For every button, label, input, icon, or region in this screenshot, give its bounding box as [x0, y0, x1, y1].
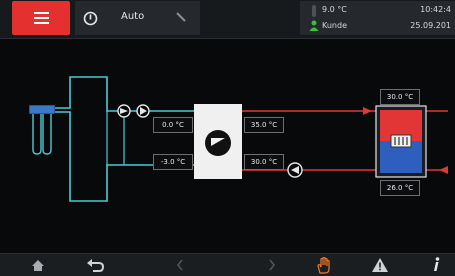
- prev-button[interactable]: [170, 256, 190, 274]
- heat-pump-icon[interactable]: [194, 104, 242, 179]
- menu-button[interactable]: [12, 1, 70, 35]
- warning-icon: [372, 258, 388, 272]
- next-button[interactable]: [262, 256, 282, 274]
- source-return-temperature: -3.0 °C: [153, 154, 193, 170]
- return-arrow-icon: [439, 166, 448, 174]
- source-temperature: 0.0 °C: [153, 117, 193, 133]
- home-button[interactable]: [26, 256, 50, 274]
- operating-mode-label: Auto: [121, 11, 145, 22]
- buffer-bottom-temperature: 26.0 °C: [380, 180, 420, 196]
- user-icon: [309, 20, 319, 31]
- home-icon: [32, 259, 44, 271]
- back-icon: [87, 258, 105, 272]
- warning-button[interactable]: [368, 256, 392, 274]
- manual-hand-icon: [317, 256, 330, 274]
- pump-icon: [287, 162, 303, 178]
- flow-temperature: 35.0 °C: [244, 117, 284, 133]
- back-button[interactable]: [82, 256, 110, 274]
- buffer-tank-icon[interactable]: [375, 105, 427, 178]
- flow-arrow-icon: [363, 107, 372, 115]
- return-temperature: 30.0 °C: [244, 154, 284, 170]
- user-level: Kunde: [322, 21, 347, 30]
- next-icon: [269, 259, 276, 271]
- buffer-top-temperature: 30.0 °C: [380, 89, 420, 105]
- info-icon: [434, 257, 440, 271]
- bottom-nav-bar: [0, 253, 455, 276]
- status-panel: 9.0 °C Kunde 10:42:4 25.09.201: [300, 1, 455, 35]
- thermometer-icon: [312, 5, 316, 17]
- outdoor-temperature: 9.0 °C: [322, 5, 347, 14]
- system-diagram: [29, 76, 448, 202]
- brine-circuit: [55, 76, 194, 202]
- operating-mode-selector[interactable]: Auto: [75, 1, 200, 35]
- top-bar: Auto 9.0 °C Kunde 10:42:4 25.09.201: [0, 0, 455, 39]
- ground-probe-icon: [29, 105, 55, 155]
- info-button[interactable]: [426, 256, 446, 274]
- manual-operation-button[interactable]: [312, 256, 336, 274]
- edit-icon[interactable]: [175, 11, 187, 23]
- clock-date: 25.09.201: [410, 21, 451, 30]
- clock-time: 10:42:4: [420, 5, 451, 14]
- power-icon: [83, 11, 98, 26]
- prev-icon: [176, 259, 183, 271]
